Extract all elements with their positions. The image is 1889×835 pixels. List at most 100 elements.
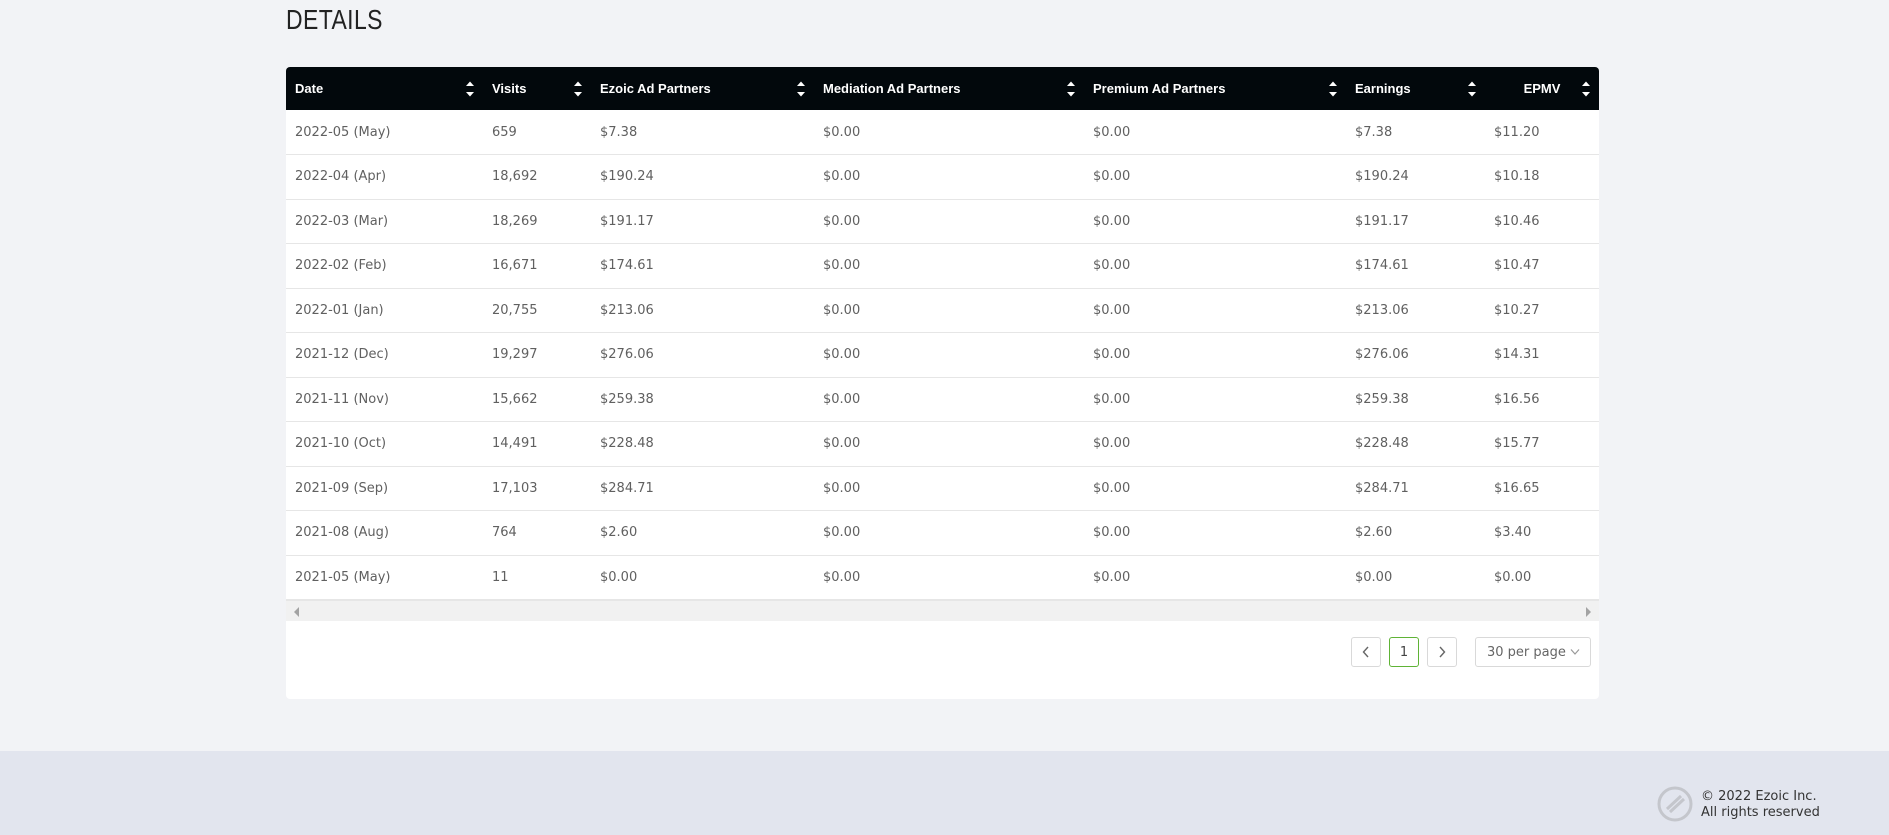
cell-epmv: $10.18 — [1494, 169, 1540, 185]
cell-mediation-ad-partners: $0.00 — [823, 169, 861, 185]
sort-icon[interactable] — [1467, 78, 1477, 100]
table-row: 2021-10 (Oct) 14,491 $228.48 $0.00 $0.00 $228… — [286, 422, 1599, 466]
scroll-left-icon[interactable] — [294, 607, 299, 617]
sort-icon[interactable] — [1328, 78, 1338, 100]
cell-epmv: $16.56 — [1494, 391, 1540, 407]
column-header-premium-ad-partners[interactable]: Premium Ad Partners — [1084, 67, 1346, 110]
table-row: 2021-05 (May) 11 $0.00 $0.00 $0.00 $0.00 $0.00 — [286, 555, 1599, 600]
cell-mediation-ad-partners: $0.00 — [823, 436, 861, 452]
table-row: 2021-09 (Sep) 17,103 $284.71 $0.00 $0.00 $284… — [286, 466, 1599, 511]
cell-ezoic-ad-partners: $174.61 — [600, 258, 654, 274]
cell-premium-ad-partners: $0.00 — [1093, 302, 1131, 318]
table-row: 2022-03 (Mar) 18,269 $191.17 $0.00 $0.00 $191… — [286, 199, 1599, 244]
cell-epmv: $3.40 — [1494, 525, 1532, 541]
cell-date: 2021-11 (Nov) — [295, 391, 389, 407]
cell-ezoic-ad-partners: $0.00 — [600, 569, 638, 585]
cell-ezoic-ad-partners: $191.17 — [600, 213, 654, 229]
table-row: 2021-12 (Dec) 19,297 $276.06 $0.00 $0.00 $276… — [286, 333, 1599, 377]
footer: © 2022 Ezoic Inc. All rights reserved — [0, 751, 1889, 835]
per-page-value: 30 per page — [1487, 644, 1566, 660]
details-card: Date Visits Ezoic Ad Partners Mediation Ad … — [286, 67, 1599, 699]
next-page-button[interactable] — [1427, 637, 1457, 667]
sort-icon[interactable] — [796, 78, 806, 100]
scroll-right-icon[interactable] — [1586, 607, 1591, 617]
page-button-current[interactable]: 1 — [1389, 637, 1419, 667]
cell-premium-ad-partners: $0.00 — [1093, 391, 1131, 407]
cell-visits: 15,662 — [492, 391, 538, 407]
sort-icon[interactable] — [573, 78, 583, 100]
cell-premium-ad-partners: $0.00 — [1093, 525, 1131, 541]
cell-mediation-ad-partners: $0.00 — [823, 258, 861, 274]
chevron-right-icon — [1439, 646, 1446, 658]
copyright-text: © 2022 Ezoic Inc. — [1701, 789, 1817, 804]
column-header-label: Date — [295, 81, 324, 96]
cell-earnings: $190.24 — [1355, 169, 1409, 185]
cell-premium-ad-partners: $0.00 — [1093, 347, 1131, 363]
chevron-left-icon — [1362, 646, 1369, 658]
horizontal-scrollbar[interactable] — [286, 600, 1599, 621]
cell-ezoic-ad-partners: $259.38 — [600, 391, 654, 407]
sort-icon[interactable] — [1066, 78, 1076, 100]
cell-visits: 11 — [492, 569, 509, 585]
cell-earnings: $191.17 — [1355, 213, 1409, 229]
cell-epmv: $15.77 — [1494, 436, 1540, 452]
details-table: Date Visits Ezoic Ad Partners Mediation Ad … — [286, 67, 1599, 600]
column-header-date[interactable]: Date — [286, 67, 483, 110]
column-header-epmv[interactable]: EPMV — [1485, 67, 1599, 110]
prev-page-button[interactable] — [1351, 637, 1381, 667]
column-header-label: Ezoic Ad Partners — [600, 81, 711, 96]
cell-date: 2021-10 (Oct) — [295, 436, 387, 452]
rights-text: All rights reserved — [1701, 805, 1820, 820]
column-header-label: EPMV — [1523, 81, 1561, 96]
sort-icon[interactable] — [1581, 78, 1591, 100]
table-row: 2022-05 (May) 659 $7.38 $0.00 $0.00 $7.38 $11.… — [286, 110, 1599, 155]
table-header-row: Date Visits Ezoic Ad Partners Mediation Ad … — [286, 67, 1599, 110]
cell-mediation-ad-partners: $0.00 — [823, 302, 861, 318]
cell-date: 2022-05 (May) — [295, 124, 391, 140]
cell-premium-ad-partners: $0.00 — [1093, 436, 1131, 452]
cell-premium-ad-partners: $0.00 — [1093, 213, 1131, 229]
pagination: 1 30 per page — [1351, 637, 1591, 667]
cell-epmv: $16.65 — [1494, 480, 1540, 496]
per-page-select[interactable]: 30 per page — [1475, 637, 1591, 667]
cell-epmv: $11.20 — [1494, 124, 1540, 140]
table-row: 2022-01 (Jan) 20,755 $213.06 $0.00 $0.00 $213… — [286, 288, 1599, 333]
cell-date: 2021-09 (Sep) — [295, 480, 389, 496]
column-header-visits[interactable]: Visits — [483, 67, 591, 110]
table-row: 2021-08 (Aug) 764 $2.60 $0.00 $0.00 $2.60 $3.4… — [286, 511, 1599, 555]
cell-earnings: $2.60 — [1355, 525, 1393, 541]
table-body: 2022-05 (May) 659 $7.38 $0.00 $0.00 $7.38 $11.… — [286, 110, 1599, 600]
cell-epmv: $0.00 — [1494, 569, 1532, 585]
cell-epmv: $10.47 — [1494, 258, 1540, 274]
cell-visits: 18,692 — [492, 169, 538, 185]
table-row: 2022-02 (Feb) 16,671 $174.61 $0.00 $0.00 $174… — [286, 244, 1599, 288]
cell-premium-ad-partners: $0.00 — [1093, 124, 1131, 140]
cell-ezoic-ad-partners: $2.60 — [600, 525, 638, 541]
column-header-label: Earnings — [1355, 81, 1411, 96]
cell-visits: 16,671 — [492, 258, 538, 274]
column-header-earnings[interactable]: Earnings — [1346, 67, 1485, 110]
cell-epmv: $10.27 — [1494, 302, 1540, 318]
cell-ezoic-ad-partners: $213.06 — [600, 302, 654, 318]
cell-date: 2021-08 (Aug) — [295, 525, 389, 541]
cell-ezoic-ad-partners: $284.71 — [600, 480, 654, 496]
column-header-ezoic-ad-partners[interactable]: Ezoic Ad Partners — [591, 67, 814, 110]
cell-date: 2022-01 (Jan) — [295, 302, 384, 318]
column-header-label: Visits — [492, 81, 527, 96]
cell-earnings: $228.48 — [1355, 436, 1409, 452]
cell-earnings: $259.38 — [1355, 391, 1409, 407]
cell-visits: 14,491 — [492, 436, 538, 452]
cell-ezoic-ad-partners: $228.48 — [600, 436, 654, 452]
cell-visits: 19,297 — [492, 347, 538, 363]
cell-mediation-ad-partners: $0.00 — [823, 213, 861, 229]
table-row: 2022-04 (Apr) 18,692 $190.24 $0.00 $0.00 $190… — [286, 155, 1599, 199]
cell-date: 2021-05 (May) — [295, 569, 391, 585]
cell-earnings: $213.06 — [1355, 302, 1409, 318]
cell-date: 2022-03 (Mar) — [295, 213, 389, 229]
cell-date: 2022-02 (Feb) — [295, 258, 387, 274]
sort-icon[interactable] — [465, 78, 475, 100]
cell-mediation-ad-partners: $0.00 — [823, 347, 861, 363]
column-header-mediation-ad-partners[interactable]: Mediation Ad Partners — [814, 67, 1084, 110]
column-header-label: Premium Ad Partners — [1093, 81, 1226, 96]
cell-earnings: $276.06 — [1355, 347, 1409, 363]
